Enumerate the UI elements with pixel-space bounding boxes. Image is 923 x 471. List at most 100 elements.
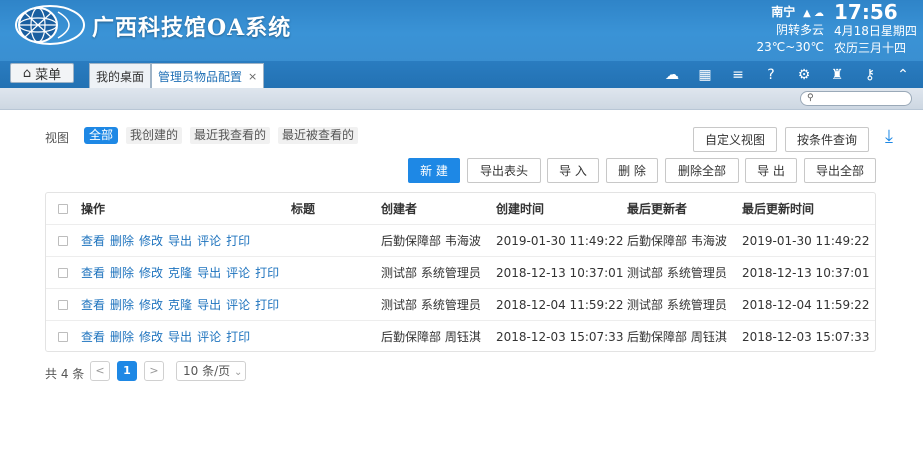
row-updated-time: 2018-12-13 10:37:01 bbox=[742, 266, 870, 280]
import-button[interactable]: 导 入 bbox=[547, 158, 599, 183]
stack-icon[interactable]: ≡ bbox=[728, 66, 748, 84]
page-size-select[interactable]: 10 条/页 ⌄ bbox=[176, 361, 246, 381]
weather-city: 南宁 bbox=[771, 5, 796, 19]
clone-link[interactable]: 克隆 bbox=[168, 266, 192, 280]
row-created-time: 2018-12-13 10:37:01 bbox=[496, 266, 624, 280]
tab-admin-item-config[interactable]: 管理员物品配置 × bbox=[151, 63, 265, 88]
delete-link[interactable]: 删除 bbox=[110, 330, 134, 344]
menu-button-label: 菜单 bbox=[35, 67, 62, 83]
tab-my-desktop[interactable]: 我的桌面 bbox=[89, 63, 152, 88]
view-tab-recent-viewed[interactable]: 最近我查看的 bbox=[190, 127, 271, 144]
custom-view-button[interactable]: 自定义视图 bbox=[693, 127, 777, 152]
view-link[interactable]: 查看 bbox=[81, 266, 105, 280]
view-link[interactable]: 查看 bbox=[81, 330, 105, 344]
logo-icon bbox=[15, 5, 85, 45]
print-link[interactable]: 打印 bbox=[226, 330, 250, 344]
column-header-created-time: 创建时间 bbox=[496, 202, 545, 216]
table-row: 查看 删除 修改 导出 评论 打印 后勤保障部 周钰淇 2018-12-03 15:07:… bbox=[46, 321, 875, 353]
clone-link[interactable]: 克隆 bbox=[168, 298, 192, 312]
condition-query-button[interactable]: 按条件查询 bbox=[785, 127, 869, 152]
next-page-button[interactable]: > bbox=[144, 361, 164, 381]
comment-link[interactable]: 评论 bbox=[197, 234, 221, 248]
key-icon[interactable]: ⚷ bbox=[860, 66, 880, 84]
clock-widget: 17:56 4月18日星期四 农历三月十四 bbox=[834, 1, 917, 57]
row-updated-time: 2018-12-03 15:07:33 bbox=[742, 330, 870, 344]
view-link[interactable]: 查看 bbox=[81, 298, 105, 312]
export-header-button[interactable]: 导出表头 bbox=[467, 158, 541, 183]
print-link[interactable]: 打印 bbox=[226, 234, 250, 248]
row-updater: 测试部 系统管理员 bbox=[627, 266, 727, 280]
delete-link[interactable]: 删除 bbox=[110, 234, 134, 248]
view-tab-all[interactable]: 全部 bbox=[84, 127, 119, 144]
cloud-up-icon[interactable]: ☁ bbox=[662, 66, 682, 84]
data-table: 操作 标题 创建者 创建时间 最后更新者 最后更新时间 查看 删除 修改 导出 评论 打印… bbox=[45, 192, 876, 352]
export-link[interactable]: 导出 bbox=[197, 298, 221, 312]
row-creator: 后勤保障部 周钰淇 bbox=[381, 330, 481, 344]
row-updated-time: 2018-12-04 11:59:22 bbox=[742, 298, 870, 312]
edit-link[interactable]: 修改 bbox=[139, 266, 163, 280]
export-all-button[interactable]: 导出全部 bbox=[804, 158, 876, 183]
edit-link[interactable]: 修改 bbox=[139, 298, 163, 312]
edit-link[interactable]: 修改 bbox=[139, 234, 163, 248]
export-link[interactable]: 导出 bbox=[168, 330, 192, 344]
tab-label: 管理员物品配置 bbox=[158, 69, 243, 84]
download-icon[interactable]: ⤓ bbox=[879, 127, 899, 147]
column-header-updater: 最后更新者 bbox=[627, 202, 688, 216]
row-checkbox[interactable] bbox=[58, 236, 68, 246]
view-tab-recently-viewed-by-others[interactable]: 最近被查看的 bbox=[278, 127, 359, 144]
row-checkbox[interactable] bbox=[58, 332, 68, 342]
view-label: 视图 bbox=[45, 131, 70, 145]
prev-page-button[interactable]: < bbox=[90, 361, 110, 381]
row-updated-time: 2019-01-30 11:49:22 bbox=[742, 234, 870, 248]
weather-condition: 阴转多云 bbox=[775, 23, 824, 37]
delete-link[interactable]: 删除 bbox=[110, 298, 134, 312]
view-tabs: 全部 我创建的 最近我查看的 最近被查看的 bbox=[84, 127, 359, 144]
page-1-button[interactable]: 1 bbox=[117, 361, 137, 381]
menu-button[interactable]: ⌂ 菜单 bbox=[10, 63, 74, 83]
delete-link[interactable]: 删除 bbox=[110, 266, 134, 280]
row-created-time: 2018-12-04 11:59:22 bbox=[496, 298, 624, 312]
cloud-help-icon[interactable]: ? bbox=[761, 66, 781, 84]
row-updater: 后勤保障部 周钰淇 bbox=[627, 330, 727, 344]
clock-lunar: 农历三月十四 bbox=[834, 41, 907, 55]
gear-icon[interactable]: ⚙ bbox=[794, 66, 814, 84]
grid-icon[interactable]: ▦ bbox=[695, 66, 715, 84]
export-link[interactable]: 导出 bbox=[197, 266, 221, 280]
export-button[interactable]: 导 出 bbox=[745, 158, 797, 183]
comment-link[interactable]: 评论 bbox=[226, 266, 250, 280]
export-link[interactable]: 导出 bbox=[168, 234, 192, 248]
column-header-updated-time: 最后更新时间 bbox=[742, 202, 815, 216]
table-row: 查看 删除 修改 克隆 导出 评论 打印 测试部 系统管理员 2018-12-13 10:3… bbox=[46, 257, 875, 289]
row-updater: 后勤保障部 韦海波 bbox=[627, 234, 727, 248]
delete-all-button[interactable]: 删除全部 bbox=[665, 158, 739, 183]
row-actions: 查看 删除 修改 克隆 导出 评论 打印 bbox=[81, 289, 284, 321]
select-all-checkbox[interactable] bbox=[58, 204, 68, 214]
clock-time: 17:56 bbox=[834, 0, 898, 24]
search-icon: ⚲ bbox=[807, 93, 814, 103]
shirt-icon[interactable]: ♜ bbox=[827, 66, 847, 84]
search-input[interactable]: ⚲ bbox=[800, 91, 912, 106]
edit-link[interactable]: 修改 bbox=[139, 330, 163, 344]
pager-total: 共 4 条 bbox=[45, 367, 85, 381]
weather-widget: 南宁 ▲ ☁ 阴转多云 23℃~30℃ bbox=[740, 4, 824, 56]
column-header-title: 标题 bbox=[291, 202, 316, 216]
app-title: 广西科技馆OA系统 bbox=[92, 15, 292, 41]
close-icon[interactable]: × bbox=[248, 70, 257, 83]
view-link[interactable]: 查看 bbox=[81, 234, 105, 248]
row-actions: 查看 删除 修改 导出 评论 打印 bbox=[81, 225, 255, 257]
print-link[interactable]: 打印 bbox=[255, 298, 279, 312]
delete-button[interactable]: 删 除 bbox=[606, 158, 658, 183]
row-actions: 查看 删除 修改 导出 评论 打印 bbox=[81, 321, 255, 353]
page-size-value: 10 条/页 bbox=[183, 364, 231, 378]
comment-link[interactable]: 评论 bbox=[226, 298, 250, 312]
new-button[interactable]: 新 建 bbox=[408, 158, 460, 183]
row-checkbox[interactable] bbox=[58, 268, 68, 278]
print-link[interactable]: 打印 bbox=[255, 266, 279, 280]
comment-link[interactable]: 评论 bbox=[197, 330, 221, 344]
row-creator: 后勤保障部 韦海波 bbox=[381, 234, 481, 248]
row-checkbox[interactable] bbox=[58, 300, 68, 310]
column-header-ops: 操作 bbox=[81, 202, 106, 216]
row-updater: 测试部 系统管理员 bbox=[627, 298, 727, 312]
view-tab-mine[interactable]: 我创建的 bbox=[126, 127, 183, 144]
arrow-up-icon[interactable]: ⌃ bbox=[893, 66, 913, 84]
